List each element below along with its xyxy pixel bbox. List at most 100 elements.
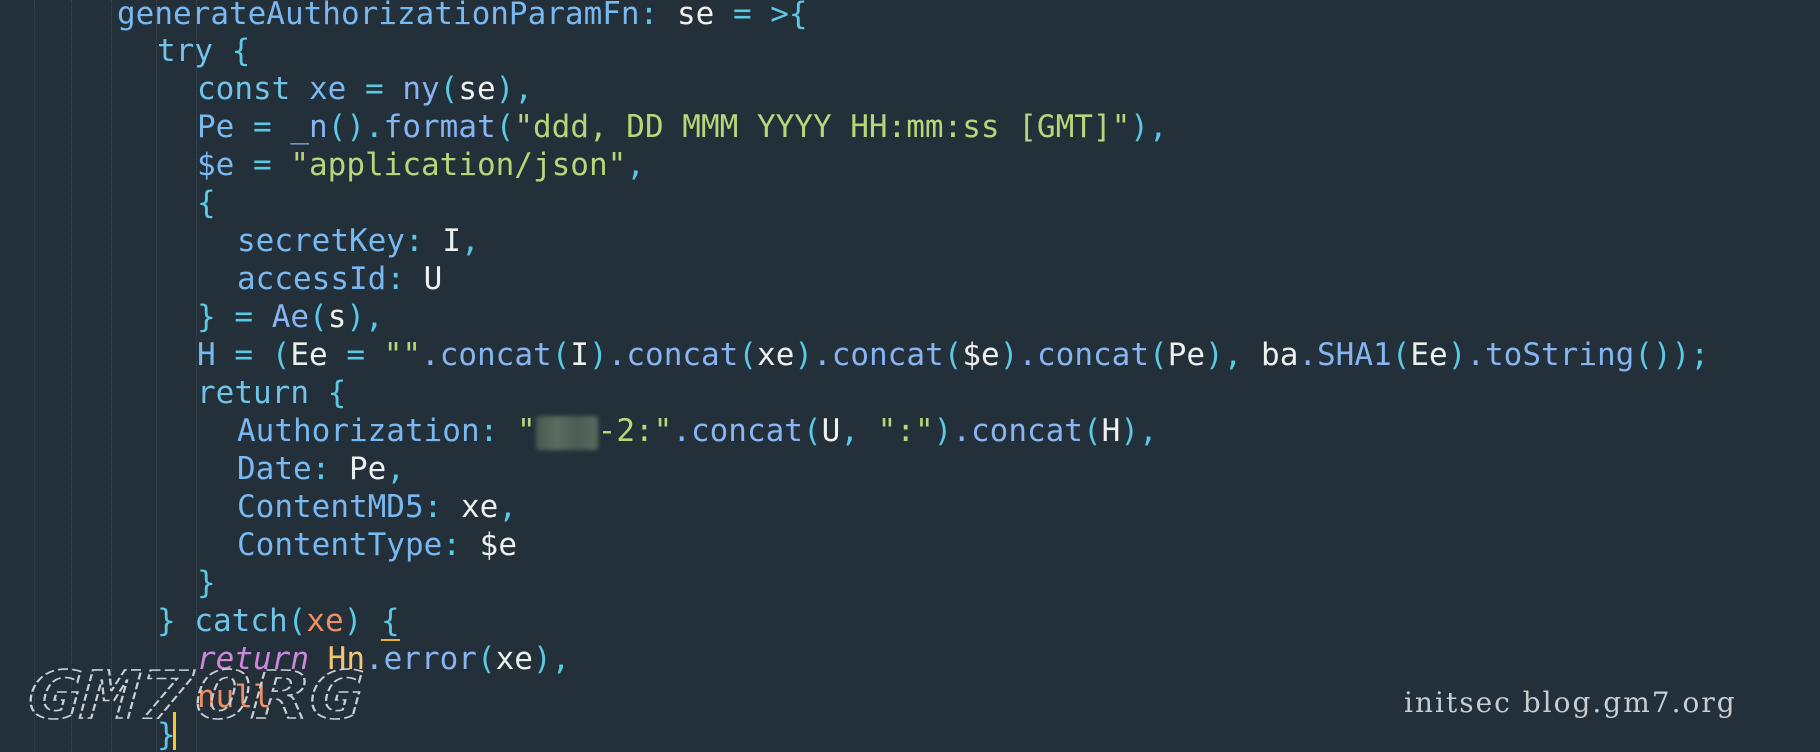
code-token: ,: [498, 489, 517, 525]
code-token: Pe: [1167, 337, 1206, 373]
code-token: ): [1130, 109, 1149, 145]
code-token: generateAuthorizationParamFn: [117, 0, 640, 32]
code-token: $e: [479, 527, 517, 563]
code-token: ): [933, 413, 953, 449]
code-line: } catch(xe) {: [157, 602, 400, 641]
code-token: ,: [840, 413, 859, 449]
code-token: (): [327, 109, 365, 145]
code-line: $e = "application/json",: [197, 146, 645, 184]
code-token: H: [197, 337, 216, 373]
code-token: I: [442, 223, 461, 259]
code-token: const: [197, 71, 291, 107]
code-token: =: [253, 109, 272, 145]
code-line: } = Ae(s),: [197, 298, 384, 336]
code-token: "application/json": [290, 147, 627, 183]
code-token: ,: [365, 299, 384, 335]
watermark-logo: GM7ORG: [25, 656, 365, 732]
code-token: .concat: [813, 337, 944, 373]
code-token: ),: [532, 641, 571, 677]
code-token: :: [386, 261, 405, 297]
indent-guide: [34, 0, 35, 752]
code-token: Pe: [197, 109, 235, 145]
code-token: U: [423, 261, 443, 297]
code-token: = >{: [732, 0, 808, 32]
code-token: .concat: [1018, 337, 1150, 373]
code-token: ): [999, 337, 1019, 373]
code-token: }: [157, 603, 176, 639]
code-token: Pe: [349, 451, 387, 487]
code-token: ,: [461, 223, 480, 259]
code-token: ): [495, 71, 515, 107]
code-token: (: [1149, 337, 1168, 373]
code-token: .error: [364, 641, 477, 677]
code-token: I: [570, 337, 590, 373]
code-line: accessId: U: [237, 260, 442, 298]
code-token: se: [458, 71, 496, 107]
code-line: generateAuthorizationParamFn: se = >{: [117, 0, 808, 33]
matched-brace: {: [381, 603, 400, 641]
code-token: (: [551, 337, 571, 373]
code-token: ba: [1261, 337, 1299, 373]
code-line: H = (Ee = "".concat(I).concat(xe).concat…: [197, 336, 1709, 374]
code-token: $e: [962, 337, 1000, 373]
logo-text: GM7ORG: [26, 657, 364, 732]
code-token: $e: [197, 147, 235, 183]
code-token: ,: [1223, 337, 1243, 373]
code-token: =: [253, 147, 272, 183]
code-token: H: [1101, 413, 1121, 449]
code-token: ":": [877, 413, 934, 449]
code-token: .concat: [952, 413, 1083, 449]
code-line: ContentMD5: xe,: [237, 488, 517, 526]
code-token: ,: [626, 147, 645, 183]
code-editor[interactable]: generateAuthorizationParamFn: se = >{ tr…: [0, 0, 1820, 752]
code-token: (: [271, 337, 291, 373]
code-token: (: [802, 413, 822, 449]
code-token: :: [639, 0, 659, 32]
code-token: (: [943, 337, 963, 373]
code-token: secretKey: [237, 223, 405, 259]
code-token: se: [676, 0, 715, 32]
code-line: secretKey: I,: [237, 222, 480, 260]
code-token: xe: [460, 489, 499, 525]
code-token: ): [1205, 337, 1224, 373]
code-token: {: [197, 185, 216, 221]
code-token: (: [309, 299, 328, 335]
redacted-text: [535, 415, 598, 450]
code-token: (: [287, 603, 307, 639]
code-token: "ddd, DD MMM YYYY HH:mm:ss [GMT]": [514, 109, 1131, 145]
code-token: ContentType: [237, 527, 443, 563]
code-token: {: [231, 33, 251, 69]
code-token: Authorization: [237, 413, 480, 449]
code-token: :: [423, 489, 443, 525]
code-token: =: [365, 71, 384, 107]
code-line: ContentType: $e: [237, 526, 517, 564]
code-token: =: [234, 337, 254, 373]
code-token: return: [197, 375, 309, 411]
code-token: xe: [495, 641, 533, 677]
code-token: :: [442, 527, 461, 563]
code-token: ),: [1120, 413, 1158, 449]
code-token: try: [157, 33, 213, 69]
code-token: =: [234, 299, 254, 335]
code-token: ): [343, 603, 363, 639]
code-token: xe: [757, 337, 795, 373]
code-token: Ae: [271, 299, 310, 335]
code-token: ContentMD5: [237, 489, 424, 525]
code-token: ,: [386, 451, 405, 487]
code-token: .concat: [421, 337, 552, 373]
code-line: {: [197, 184, 216, 222]
code-token: ): [346, 299, 366, 335]
code-token: U: [821, 413, 841, 449]
code-token: xe: [309, 71, 347, 107]
code-token: ": [516, 413, 536, 449]
code-token: catch: [194, 603, 288, 639]
code-token: (: [1082, 413, 1102, 449]
code-token: Date: [237, 451, 312, 487]
code-token: ): [1447, 337, 1467, 373]
code-token: "": [383, 337, 422, 373]
code-token: ): [794, 337, 814, 373]
code-token: Ee: [290, 337, 328, 373]
indent-guide: [71, 0, 72, 752]
code-line: return {: [197, 374, 346, 412]
code-token: }: [197, 565, 216, 601]
